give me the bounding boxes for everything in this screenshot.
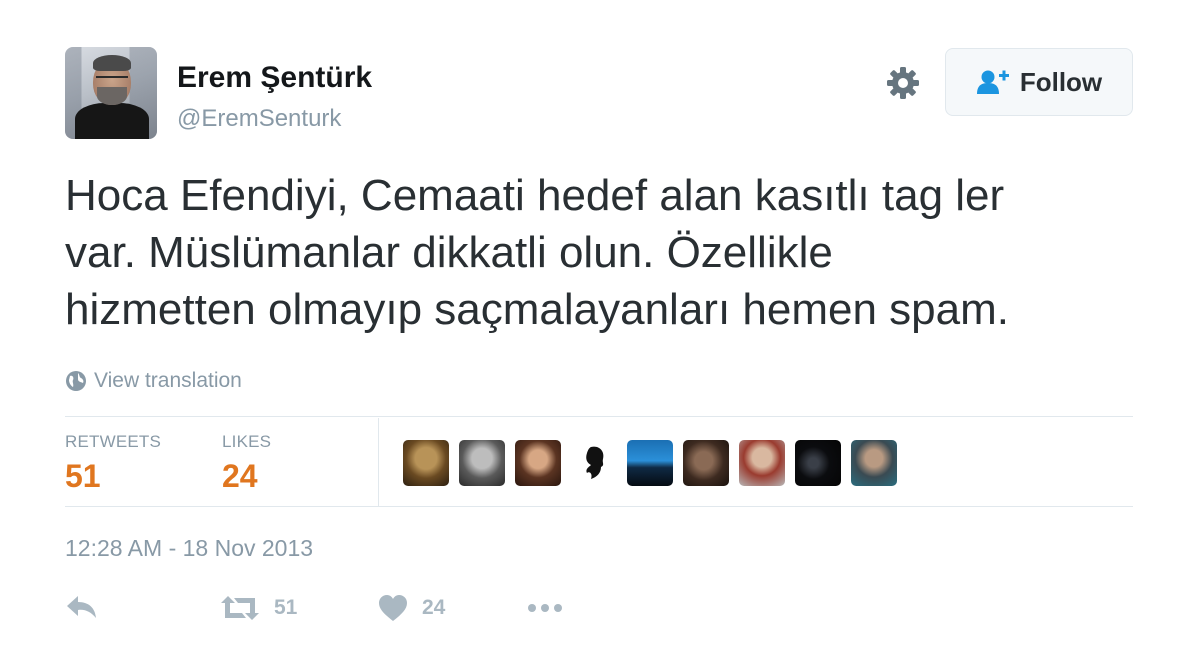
avatar-body	[75, 103, 149, 139]
retweet-button[interactable]: 51	[220, 594, 297, 622]
liker-avatar[interactable]	[515, 440, 561, 486]
likes-stat-value: 24	[222, 458, 258, 494]
avatar-beard	[97, 87, 127, 105]
retweets-stat-value: 51	[65, 458, 101, 494]
reply-icon	[67, 596, 96, 618]
profile-silhouette-icon	[586, 446, 604, 479]
follow-button[interactable]: Follow	[945, 48, 1133, 116]
tweet-timestamp[interactable]: 12:28 AM - 18 Nov 2013	[65, 535, 313, 562]
tweet-text-line: var. Müslümanlar dikkatli olun. Özellikl…	[65, 228, 833, 277]
liker-avatar[interactable]	[627, 440, 673, 486]
person-add-icon	[976, 70, 1009, 94]
like-count: 24	[422, 596, 446, 619]
liker-avatar[interactable]	[403, 440, 449, 486]
tweet-text-line: hizmetten olmayıp saçmalayanları hemen s…	[65, 285, 1009, 334]
liker-avatar[interactable]	[739, 440, 785, 486]
divider	[378, 418, 379, 506]
retweet-count: 51	[274, 596, 298, 619]
reply-button[interactable]	[65, 594, 99, 620]
divider	[65, 416, 1133, 417]
liker-avatar[interactable]	[851, 440, 897, 486]
likes-stat[interactable]: LIKES 24	[222, 432, 271, 495]
avatar-hair	[93, 55, 131, 71]
tweet-header: Erem Şentürk @EremSenturk Follow	[65, 47, 1135, 139]
more-button[interactable]	[527, 594, 563, 622]
tweet-text: Hoca Efendiyi, Cemaati hedef alan kasıtl…	[65, 167, 1145, 338]
likes-stat-label: LIKES	[222, 432, 272, 451]
retweets-stat-label: RETWEETS	[65, 432, 162, 451]
retweet-icon	[221, 596, 259, 620]
avatar-glasses	[96, 76, 128, 84]
liker-avatar[interactable]	[683, 440, 729, 486]
gear-icon[interactable]	[885, 65, 921, 101]
more-icon	[528, 604, 562, 612]
divider	[65, 506, 1133, 507]
tweet-text-line: Hoca Efendiyi, Cemaati hedef alan kasıtl…	[65, 171, 1005, 220]
liker-avatar[interactable]	[459, 440, 505, 486]
follow-button-label: Follow	[1019, 66, 1103, 97]
globe-icon	[66, 371, 86, 391]
user-handle[interactable]: @EremSenturk	[177, 105, 341, 133]
likers-avatars	[403, 440, 897, 486]
view-translation-label: View translation	[94, 369, 242, 392]
retweets-stat[interactable]: RETWEETS 51	[65, 432, 161, 495]
user-name[interactable]: Erem Şentürk	[177, 61, 372, 95]
like-button[interactable]: 24	[378, 594, 445, 622]
view-translation-link[interactable]: View translation	[65, 369, 242, 393]
liker-avatar[interactable]	[571, 440, 617, 486]
heart-icon	[379, 595, 407, 621]
liker-avatar[interactable]	[795, 440, 841, 486]
tweet-actions: 51 24	[65, 594, 665, 628]
avatar[interactable]	[65, 47, 157, 139]
